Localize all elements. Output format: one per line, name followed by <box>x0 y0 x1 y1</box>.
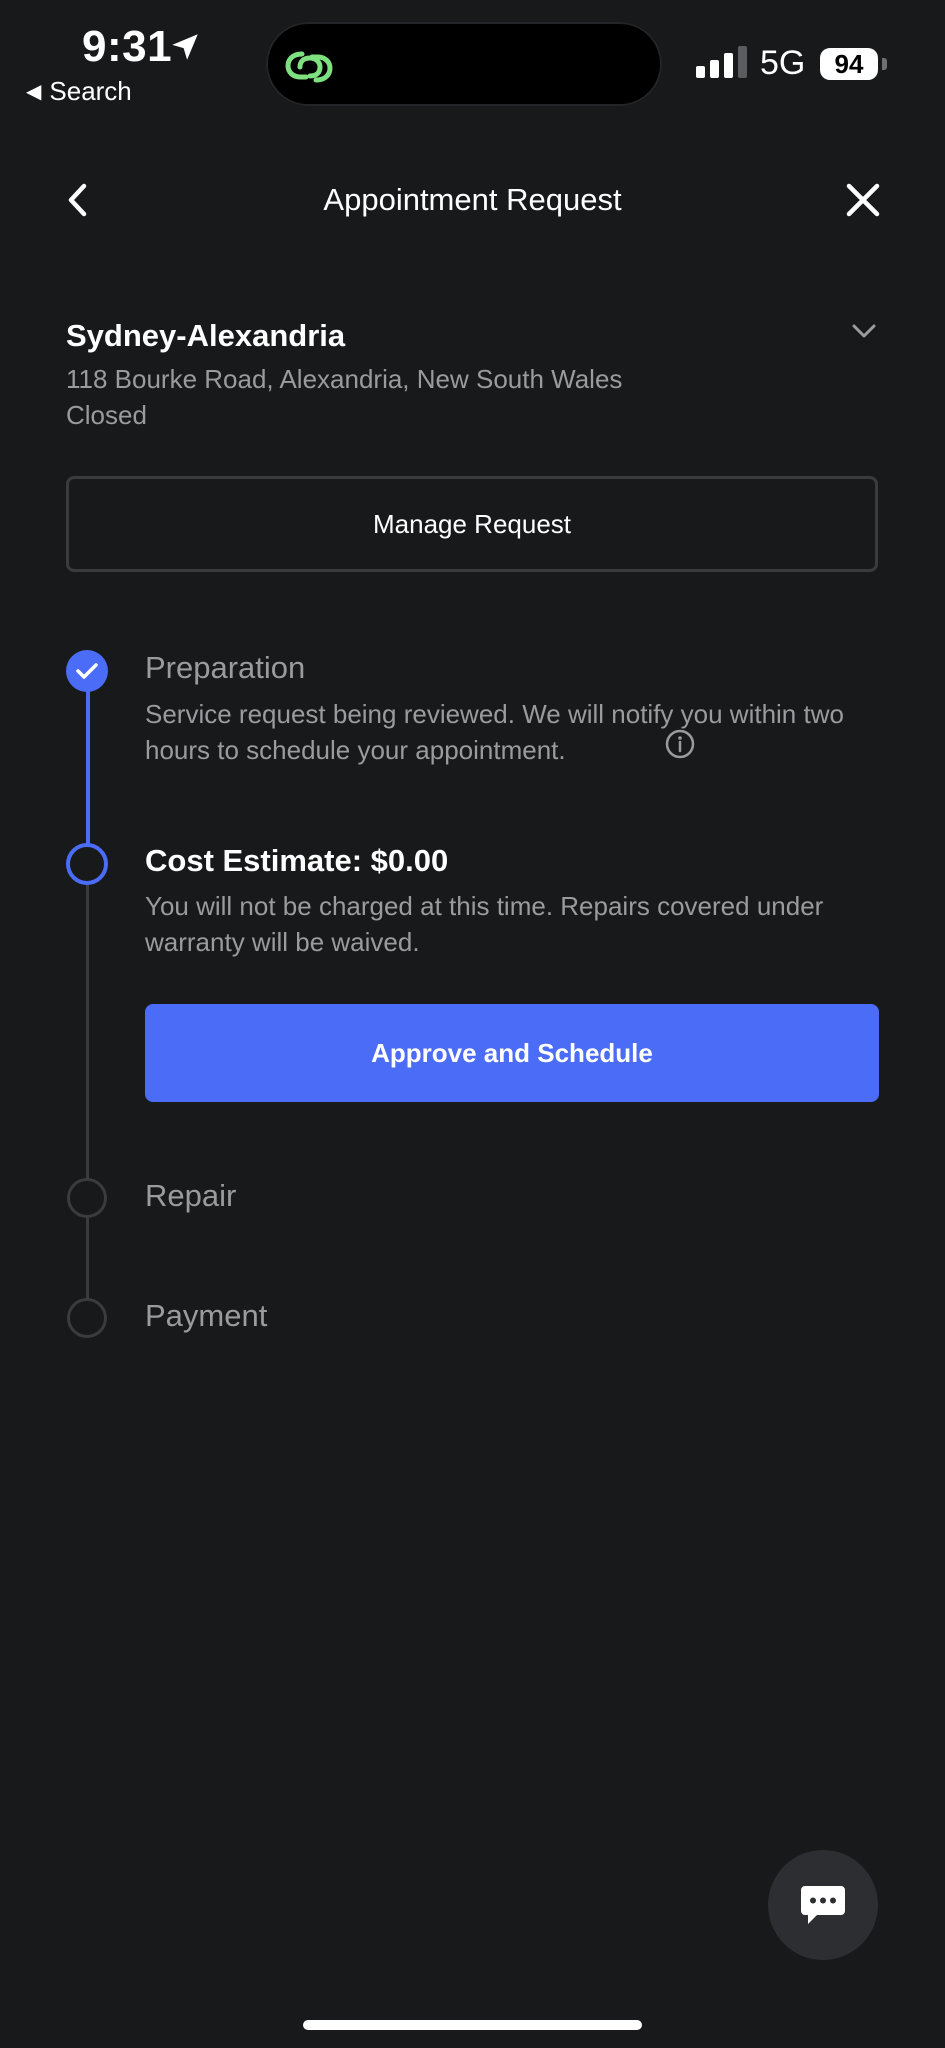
progress-line-pending <box>86 884 89 1180</box>
progress-line-complete <box>86 672 90 844</box>
page-title: Appointment Request <box>323 182 622 217</box>
chevron-down-icon[interactable] <box>850 322 878 340</box>
battery-icon: 94 <box>820 48 878 80</box>
back-to-search-link[interactable]: ◀ Search <box>26 76 132 107</box>
home-indicator[interactable] <box>303 2020 642 2030</box>
back-app-label: Search <box>49 76 132 106</box>
checkmark-icon <box>76 663 98 679</box>
signal-icon <box>696 46 747 78</box>
step-completed-icon <box>66 650 108 692</box>
location-name: Sydney-Alexandria <box>66 318 346 353</box>
progress-line-pending <box>86 1218 89 1300</box>
step-title-cost-estimate: Cost Estimate: $0.00 <box>145 843 449 878</box>
step-title-payment: Payment <box>145 1298 268 1333</box>
step-description-preparation: Service request being reviewed. We will … <box>145 699 844 765</box>
location-arrow-icon <box>172 34 198 60</box>
close-icon[interactable] <box>845 182 881 218</box>
step-description-cost-estimate: You will not be charged at this time. Re… <box>145 891 824 957</box>
link-icon <box>285 51 333 83</box>
location-status: Closed <box>66 400 147 430</box>
chat-button[interactable] <box>768 1850 878 1960</box>
step-title-repair: Repair <box>145 1178 237 1213</box>
battery-nub <box>882 58 887 70</box>
step-title-preparation: Preparation <box>145 650 306 685</box>
approve-and-schedule-button[interactable]: Approve and Schedule <box>145 1004 879 1102</box>
step-pending-icon <box>67 1178 107 1218</box>
status-time: 9:31 <box>82 22 173 71</box>
back-triangle-icon: ◀ <box>26 81 42 103</box>
chat-bubble-icon <box>801 1886 845 1924</box>
battery-level: 94 <box>834 48 864 79</box>
step-current-icon <box>66 843 108 885</box>
location-address: 118 Bourke Road, Alexandria, New South W… <box>66 364 623 394</box>
network-type: 5G <box>760 44 806 82</box>
info-icon[interactable] <box>664 728 696 760</box>
step-pending-icon <box>67 1298 107 1338</box>
manage-request-button[interactable]: Manage Request <box>66 476 878 572</box>
